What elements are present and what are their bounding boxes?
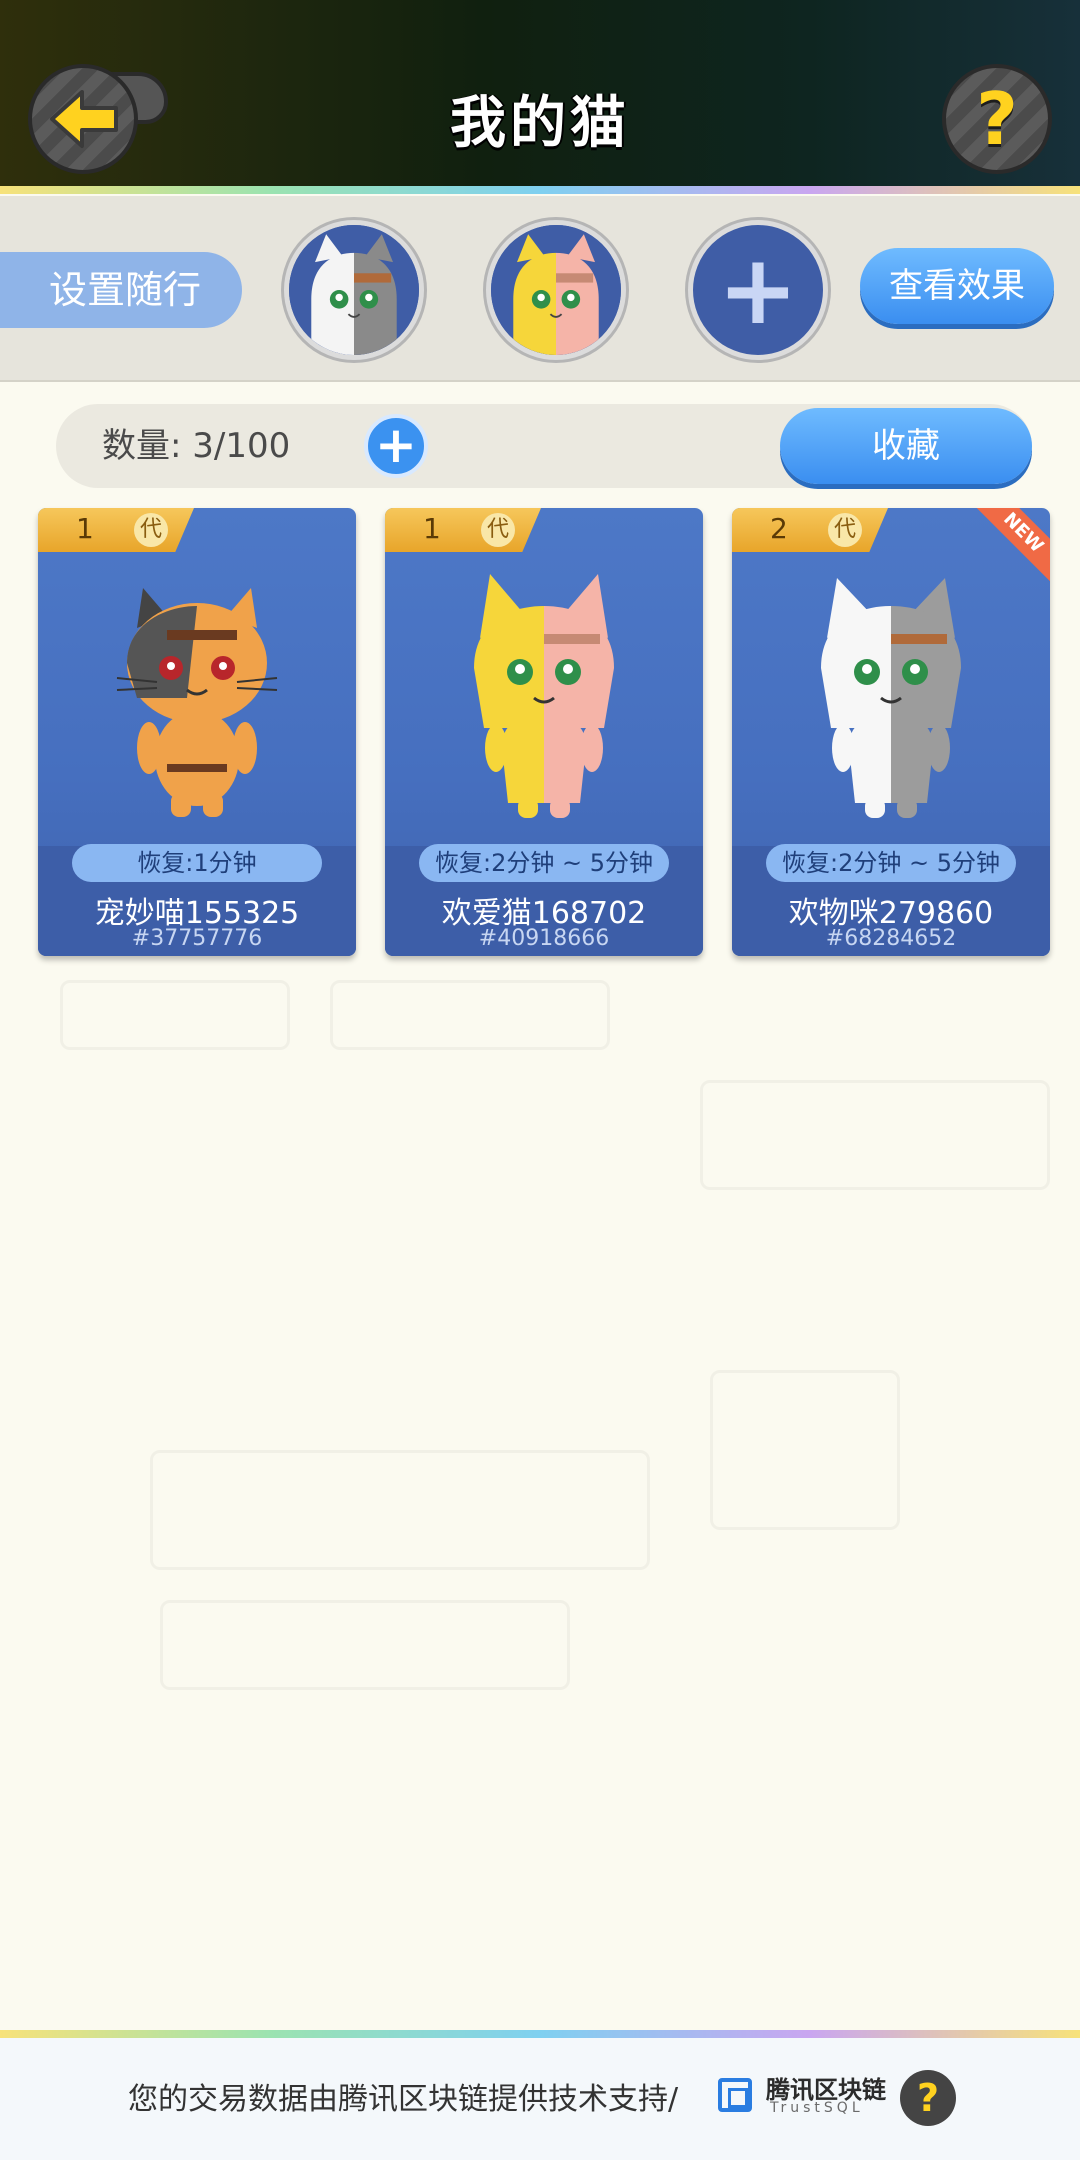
cat-card-1[interactable]: 1 代 恢复:1分钟 宠妙喵155325 #37757776 (38, 508, 356, 956)
cat-id: #40918666 (478, 926, 610, 951)
cat-id: #37757776 (131, 926, 263, 951)
header-stripe (0, 186, 1080, 194)
cat-count: 数量: 3/100 (102, 426, 291, 466)
follow-slot-add-button[interactable]: + (688, 220, 828, 360)
background-decoration (160, 1600, 570, 1690)
footer-text: 您的交易数据由腾讯区块链提供技术支持/ (128, 2082, 679, 2117)
view-effect-button[interactable]: 查看效果 (860, 248, 1054, 324)
favorites-button[interactable]: 收藏 (780, 408, 1032, 484)
follow-slot-1[interactable] (284, 220, 424, 360)
plus-icon: + (717, 234, 799, 346)
generation-number: 1 (76, 512, 94, 545)
white-gray-cat-avatar (289, 225, 419, 355)
generation-label: 代 (481, 513, 515, 547)
footer-help-button[interactable]: ? (900, 2070, 956, 2126)
background-decoration (330, 980, 610, 1050)
background-decoration (150, 1450, 650, 1570)
cat-card-3[interactable]: 2 代 NEW 恢复:2分钟 ~ 5分钟 欢物咪279860 #68284652 (732, 508, 1050, 956)
background-decoration (700, 1080, 1050, 1190)
cat-card-2[interactable]: 1 代 恢复:2分钟 ~ 5分钟 欢爱猫168702 #40918666 (385, 508, 703, 956)
add-slot-button[interactable]: + (364, 414, 428, 478)
generation-tag: 1 代 (385, 508, 541, 552)
generation-label: 代 (134, 513, 168, 547)
recovery-time: 恢复:1分钟 (72, 844, 322, 882)
cat-id: #68284652 (825, 926, 957, 951)
footer: 您的交易数据由腾讯区块链提供技术支持/ 腾讯区块链 TrustSQL ? (0, 2038, 1080, 2160)
recovery-time: 恢复:2分钟 ~ 5分钟 (419, 844, 669, 882)
question-icon: ? (916, 2076, 940, 2120)
background-decoration (60, 980, 290, 1050)
footer-stripe (0, 2030, 1080, 2038)
cat-illustration (116, 588, 278, 817)
count-bar: 数量: 3/100 + 收藏 (56, 404, 1032, 488)
generation-number: 1 (423, 512, 441, 545)
blockchain-icon (718, 2078, 752, 2112)
yellow-pink-cat-avatar (491, 225, 621, 355)
question-icon: ? (976, 77, 1018, 161)
tencent-blockchain-logo[interactable]: 腾讯区块链 TrustSQL (718, 2066, 888, 2126)
help-button[interactable]: ? (942, 64, 1052, 174)
generation-tag: 1 代 (38, 508, 194, 552)
brand-subtitle: TrustSQL (770, 2100, 864, 2116)
cat-illustration (474, 574, 614, 818)
background-decoration (710, 1370, 900, 1530)
top-header: 我的猫 ? (0, 0, 1080, 190)
page-title: 我的猫 (450, 91, 630, 156)
generation-number: 2 (770, 512, 788, 545)
generation-tag: 2 代 (732, 508, 888, 552)
generation-label: 代 (828, 513, 862, 547)
follow-bar: 设置随行 + 查看效果 (0, 196, 1080, 382)
follow-slot-2[interactable] (486, 220, 626, 360)
cat-illustration (821, 578, 961, 818)
recovery-time: 恢复:2分钟 ~ 5分钟 (766, 844, 1016, 882)
plus-icon: + (375, 416, 417, 474)
follow-label: 设置随行 (0, 252, 242, 328)
